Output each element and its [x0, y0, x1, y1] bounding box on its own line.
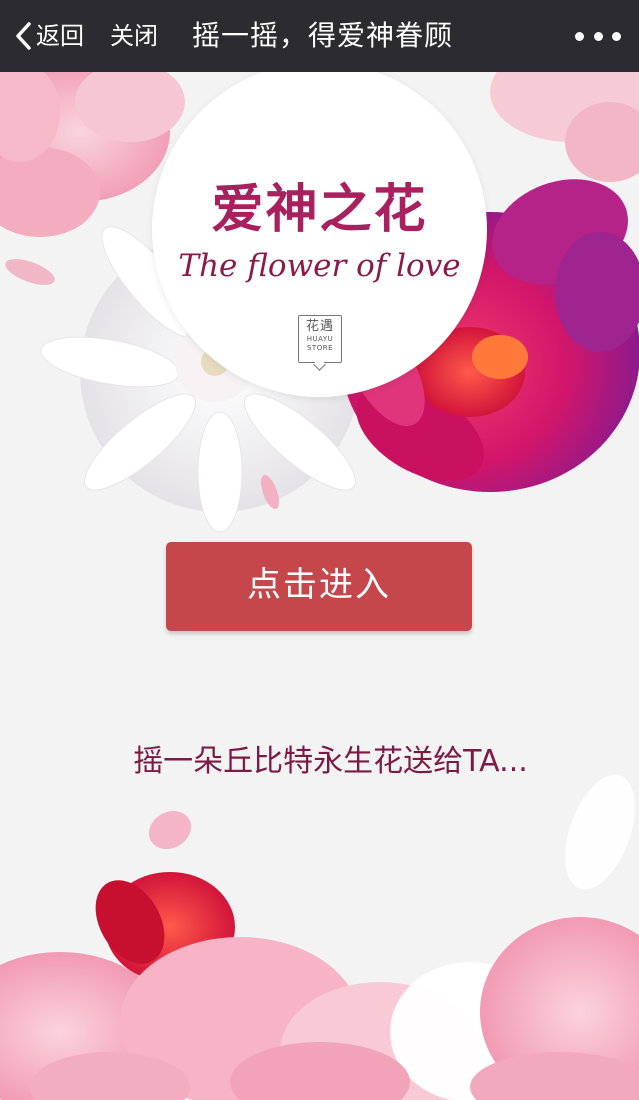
more-dot-icon: [593, 31, 603, 41]
more-button[interactable]: [575, 0, 621, 72]
more-dot-icon: [612, 31, 621, 41]
falling-petal: [5, 259, 55, 285]
tagline: 摇一朵丘比特永生花送给TA...: [133, 744, 528, 779]
speech-bubble-tail-icon: [313, 358, 326, 371]
landing-page: 爱神之花 The flower of love 花遇 HUAYU STORE 点…: [0, 72, 639, 1100]
falling-petal: [148, 810, 192, 850]
more-dot-icon: [575, 31, 584, 41]
brand-logo: 爱神之花 The flower of love 花遇 HUAYU STORE: [152, 72, 487, 397]
brand-subtitle: The flower of love: [178, 248, 461, 284]
pink-peony-top-right: [490, 72, 639, 182]
store-badge: 花遇 HUAYU STORE: [298, 315, 342, 371]
wechat-nav-bar: 返回 关闭 摇一摇，得爱神眷顾: [0, 0, 639, 72]
close-button[interactable]: 关闭: [110, 0, 158, 72]
brand-title: 爱神之花: [211, 180, 428, 240]
bottom-peonies: [0, 774, 639, 1100]
store-badge-cn: 花遇: [305, 319, 334, 334]
back-button[interactable]: 返回: [14, 0, 84, 72]
store-badge-en-2: STORE: [306, 344, 333, 352]
store-badge-en-1: HUAYU: [306, 335, 334, 343]
enter-button[interactable]: 点击进入: [166, 542, 472, 631]
chevron-left-icon: [14, 21, 32, 51]
page-title: 摇一摇，得爱神眷顾: [192, 19, 454, 52]
back-label: 返回: [36, 22, 84, 50]
